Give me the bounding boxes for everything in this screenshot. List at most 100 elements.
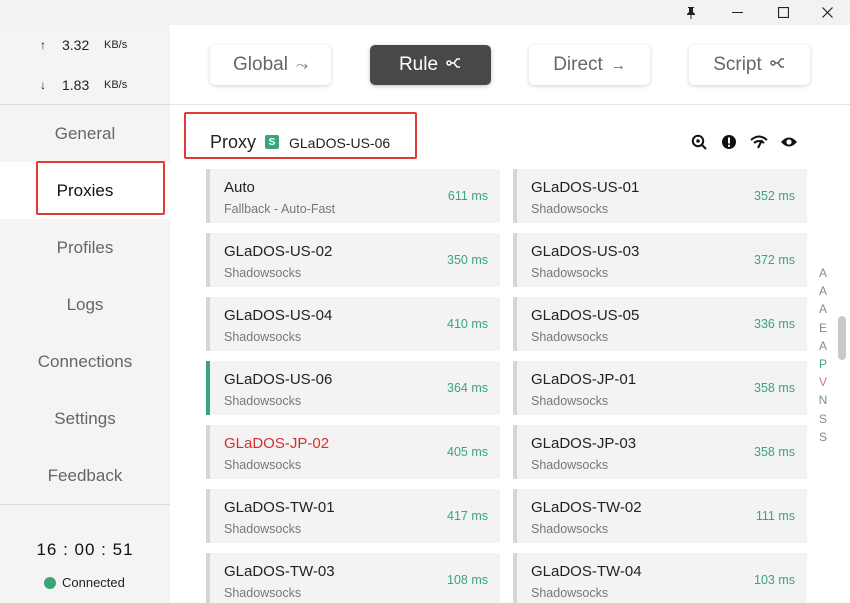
proxy-card-us-02[interactable]: GLaDOS-US-02 Shadowsocks 350 ms xyxy=(206,233,500,287)
index-letter[interactable]: V xyxy=(817,375,829,393)
connection-status: Connected xyxy=(44,575,125,590)
mode-script-label: Script xyxy=(713,54,762,75)
proxy-delay[interactable]: 410 ms xyxy=(447,317,488,331)
sidebar-item-feedback[interactable]: Feedback xyxy=(0,447,170,504)
proxy-name: GLaDOS-US-02 xyxy=(224,243,333,260)
mode-script-button[interactable]: Script xyxy=(689,45,810,85)
title-bar xyxy=(0,0,850,25)
proxy-card-tw-04[interactable]: GLaDOS-TW-04 Shadowsocks 103 ms xyxy=(513,553,807,603)
upload-arrow-icon: ↑ xyxy=(40,38,46,52)
proxy-delay[interactable]: 352 ms xyxy=(754,189,795,203)
sidebar-divider-bottom xyxy=(0,504,170,505)
proxy-name: GLaDOS-US-01 xyxy=(531,179,640,196)
upload-value: 3.32 xyxy=(62,37,90,53)
branch-icon xyxy=(446,56,462,74)
proxy-type: Shadowsocks xyxy=(531,266,609,280)
proxy-name: GLaDOS-US-03 xyxy=(531,243,640,260)
maximize-icon[interactable] xyxy=(760,0,806,25)
proxy-card-us-06[interactable]: GLaDOS-US-06 Shadowsocks 364 ms xyxy=(206,361,500,415)
download-value: 1.83 xyxy=(62,77,90,93)
index-letter[interactable]: S xyxy=(817,412,829,430)
proxy-name: GLaDOS-JP-03 xyxy=(531,435,637,452)
upload-unit: KB/s xyxy=(104,39,128,51)
mode-direct-button[interactable]: Direct → xyxy=(529,45,650,85)
sidebar-item-connections[interactable]: Connections xyxy=(0,333,170,390)
proxy-delay[interactable]: 405 ms xyxy=(447,445,488,459)
proxy-type: Shadowsocks xyxy=(531,586,609,600)
proxy-type: Shadowsocks xyxy=(224,522,302,536)
proxy-delay[interactable]: 108 ms xyxy=(447,573,488,587)
proxy-delay[interactable]: 611 ms xyxy=(448,189,488,203)
proxy-delay[interactable]: 364 ms xyxy=(447,381,488,395)
sidebar-item-settings[interactable]: Settings xyxy=(0,390,170,447)
highlight-box-group-header xyxy=(184,112,417,159)
proxy-type: Shadowsocks xyxy=(224,586,302,600)
proxy-card-us-01[interactable]: GLaDOS-US-01 Shadowsocks 352 ms xyxy=(513,169,807,223)
minimize-icon[interactable] xyxy=(714,0,760,25)
proxy-delay[interactable]: 336 ms xyxy=(754,317,795,331)
index-letter[interactable]: A xyxy=(817,302,829,320)
proxy-type: Shadowsocks xyxy=(531,202,609,216)
proxy-name: GLaDOS-US-05 xyxy=(531,307,640,324)
proxy-name: GLaDOS-TW-03 xyxy=(224,563,335,580)
proxy-name: GLaDOS-US-06 xyxy=(224,371,333,388)
alert-icon[interactable] xyxy=(720,133,738,151)
proxy-delay[interactable]: 103 ms xyxy=(754,573,795,587)
index-letter[interactable]: E xyxy=(817,321,829,339)
proxy-card-tw-01[interactable]: GLaDOS-TW-01 Shadowsocks 417 ms xyxy=(206,489,500,543)
pin-icon[interactable] xyxy=(668,0,714,25)
proxy-card-tw-03[interactable]: GLaDOS-TW-03 Shadowsocks 108 ms xyxy=(206,553,500,603)
proxy-delay[interactable]: 358 ms xyxy=(754,445,795,459)
proxy-type: Shadowsocks xyxy=(531,330,609,344)
proxy-delay[interactable]: 417 ms xyxy=(447,509,488,523)
proxy-card-jp-03[interactable]: GLaDOS-JP-03 Shadowsocks 358 ms xyxy=(513,425,807,479)
mode-bar: Global ⤳ Rule Direct → Script xyxy=(170,25,850,105)
proxy-name: GLaDOS-TW-04 xyxy=(531,563,642,580)
index-letter[interactable]: A xyxy=(817,284,829,302)
proxy-delay[interactable]: 111 ms xyxy=(756,509,795,523)
eye-icon[interactable] xyxy=(780,133,798,151)
mode-rule-button[interactable]: Rule xyxy=(370,45,491,85)
download-speed: ↓ 1.83 KB/s xyxy=(0,65,170,105)
alphabet-index: A A A E A P V N S S xyxy=(817,266,829,448)
sidebar-item-logs[interactable]: Logs xyxy=(0,276,170,333)
proxy-type: Shadowsocks xyxy=(531,458,609,472)
shuffle-icon: ⤳ xyxy=(295,56,308,74)
proxy-card-us-05[interactable]: GLaDOS-US-05 Shadowsocks 336 ms xyxy=(513,297,807,351)
proxy-type: Shadowsocks xyxy=(224,394,302,408)
proxy-type: Shadowsocks xyxy=(531,522,609,536)
download-unit: KB/s xyxy=(104,79,128,91)
download-arrow-icon: ↓ xyxy=(40,78,46,92)
highlight-box-proxies-nav xyxy=(36,161,165,215)
search-latency-icon[interactable] xyxy=(690,133,708,151)
mode-global-button[interactable]: Global ⤳ xyxy=(210,45,331,85)
index-letter[interactable]: A xyxy=(817,339,829,357)
proxy-card-tw-02[interactable]: GLaDOS-TW-02 Shadowsocks 111 ms xyxy=(513,489,807,543)
proxy-card-us-03[interactable]: GLaDOS-US-03 Shadowsocks 372 ms xyxy=(513,233,807,287)
proxy-card-jp-01[interactable]: GLaDOS-JP-01 Shadowsocks 358 ms xyxy=(513,361,807,415)
proxy-name: GLaDOS-TW-01 xyxy=(224,499,335,516)
index-letter[interactable]: P xyxy=(817,357,829,375)
scrollbar-thumb[interactable] xyxy=(838,316,846,360)
proxy-delay[interactable]: 358 ms xyxy=(754,381,795,395)
close-icon[interactable] xyxy=(804,0,850,25)
proxy-delay[interactable]: 350 ms xyxy=(447,253,488,267)
proxy-card-auto[interactable]: Auto Fallback - Auto-Fast 611 ms xyxy=(206,169,500,223)
index-letter[interactable]: A xyxy=(817,266,829,284)
wifi-speed-icon[interactable] xyxy=(750,133,768,151)
mode-global-label: Global xyxy=(233,54,288,75)
arrow-right-icon: → xyxy=(610,56,626,74)
sidebar-item-profiles[interactable]: Profiles xyxy=(0,219,170,276)
proxy-card-us-04[interactable]: GLaDOS-US-04 Shadowsocks 410 ms xyxy=(206,297,500,351)
proxy-delay[interactable]: 372 ms xyxy=(754,253,795,267)
upload-speed: ↑ 3.32 KB/s xyxy=(0,25,170,65)
proxy-card-jp-02[interactable]: GLaDOS-JP-02 Shadowsocks 405 ms xyxy=(206,425,500,479)
index-letter[interactable]: S xyxy=(817,430,829,448)
index-letter[interactable]: N xyxy=(817,393,829,411)
proxy-type: Shadowsocks xyxy=(224,458,302,472)
proxy-name: GLaDOS-JP-02 xyxy=(224,435,330,452)
connection-label: Connected xyxy=(62,575,125,590)
sidebar-item-general[interactable]: General xyxy=(0,105,170,162)
proxy-type: Shadowsocks xyxy=(224,266,302,280)
mode-rule-label: Rule xyxy=(398,54,439,75)
